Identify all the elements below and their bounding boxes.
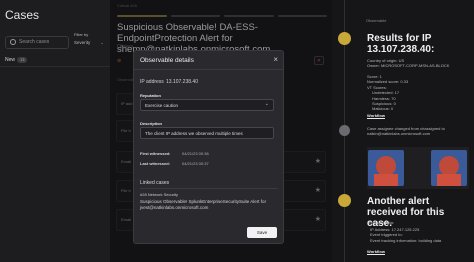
filter-value: Severity [74,40,91,45]
close-icon[interactable]: × [273,55,278,64]
workflow-link[interactable]: Workflow [367,249,385,254]
search-icon [10,39,16,45]
reputation-label: Reputation [140,93,161,98]
linked-case-id: #28 Network Security [140,192,179,197]
last-witnessed-value: 04/21/23 00:37 [182,161,209,166]
meme-panel [368,150,404,186]
status-count-badge: 13 [17,57,28,63]
search-input[interactable]: Search cases [5,36,69,49]
alert-line: Event tracking information: building dat… [370,237,442,243]
linked-cases-heading: Linked cases [140,180,170,186]
first-witnessed-value: 04/21/23 00:36 [182,151,209,156]
workflow-link[interactable]: Workflow [367,113,385,118]
ip-label: IP address [140,79,164,85]
meme-image [367,147,469,189]
divider [140,188,278,189]
observable-details-dialog: Observable details × IP address 13.107.2… [133,50,284,244]
divider [0,66,110,67]
first-witnessed-label: First witnessed: [140,151,171,156]
results-line: Owner: MICROSOFT-CORP-MSN-AS-BLOCK [367,63,450,69]
chevron-down-icon: ⌄ [264,101,269,107]
divider [134,69,283,70]
feed-meta: Observable [366,18,387,23]
assignee-change-text: Case assignee changed from chassigned to… [367,126,445,137]
meme-panel [431,150,467,186]
filter-select[interactable]: Severity ⌄ [74,40,104,46]
results-line: Malicious: 0 [372,106,394,112]
description-label: Description [140,121,163,126]
activity-feed: Observable Results for IP 13.107.238.40:… [332,0,474,262]
results-title: Results for IP 13.107.238.40: [367,33,435,55]
user-avatar-icon [339,125,350,136]
last-witnessed-label: Last witnessed: [140,161,171,166]
description-value: The client IP address we observed multip… [145,131,243,136]
filter-label: Filter by [74,32,89,37]
status-group-new[interactable]: New [5,57,15,63]
dialog-title: Observable details [140,57,194,64]
save-button[interactable]: Save [247,227,277,238]
page-title: Cases [5,8,40,22]
important-label: Important data: [367,220,394,225]
description-field[interactable]: The client IP address we observed multip… [140,127,274,139]
ip-value: 13.107.238.40 [166,79,198,85]
reputation-select[interactable]: Exercise caution ⌄ [140,99,274,111]
reputation-value: Exercise caution [145,103,179,108]
bot-avatar-icon [338,194,351,207]
bot-avatar-icon [338,32,351,45]
search-placeholder: Search cases [19,39,50,45]
cases-sidebar: Cases Search cases Filter by Severity ⌄ N… [0,0,110,262]
chevron-down-icon: ⌄ [100,40,105,45]
linked-case-link[interactable]: Suspicious Observable! SplunkEnterpriseS… [140,199,280,211]
